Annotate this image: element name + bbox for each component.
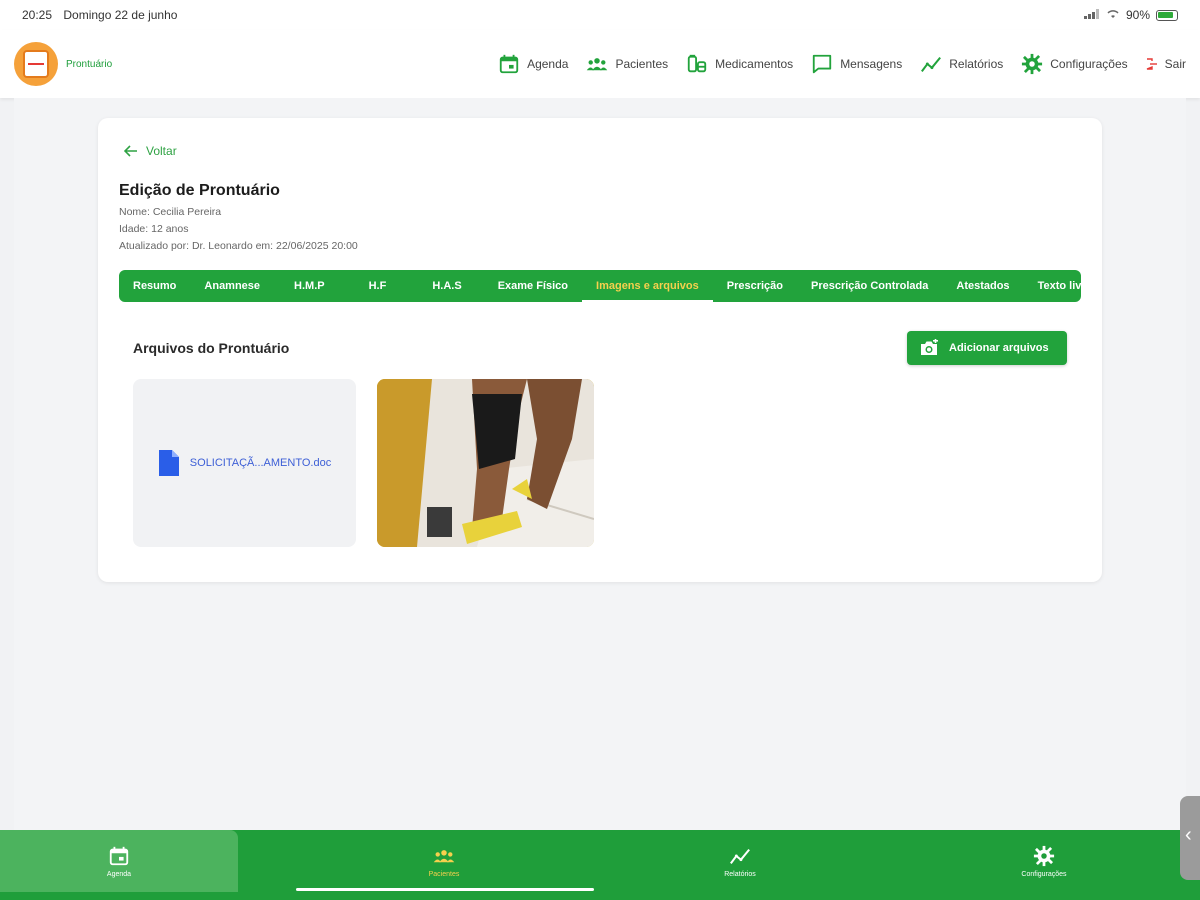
tab-prescricao-controlada[interactable]: Prescrição Controlada bbox=[797, 270, 942, 302]
chart-icon bbox=[730, 848, 750, 864]
nav-agenda-label: Agenda bbox=[527, 57, 569, 71]
bottom-nav-agenda[interactable]: Agenda bbox=[0, 830, 238, 892]
bottom-nav-agenda-label: Agenda bbox=[106, 870, 132, 878]
tab-atestados[interactable]: Atestados bbox=[942, 270, 1023, 302]
people-icon bbox=[587, 58, 608, 71]
logout-icon bbox=[1146, 58, 1157, 70]
record-tabs: Resumo Anamnese H.M.P H.F H.A.S Exame Fí… bbox=[119, 270, 1081, 302]
tab-has[interactable]: H.A.S bbox=[410, 270, 483, 302]
files-section-title: Arquivos do Prontuário bbox=[133, 340, 290, 356]
chart-icon bbox=[921, 56, 942, 72]
calendar-icon bbox=[499, 54, 519, 74]
nav-medicamentos[interactable]: Medicamentos bbox=[686, 53, 793, 75]
tab-exame-fisico[interactable]: Exame Físico bbox=[484, 270, 582, 302]
file-name: SOLICITAÇÃ...AMENTO.doc bbox=[189, 457, 332, 469]
app-brand: Prontuário bbox=[66, 58, 113, 70]
side-panel-handle[interactable] bbox=[1180, 796, 1200, 880]
back-label: Voltar bbox=[146, 144, 177, 158]
nav-mensagens[interactable]: Mensagens bbox=[811, 53, 902, 75]
tab-anamnese[interactable]: Anamnese bbox=[190, 270, 274, 302]
patient-knee-photo bbox=[377, 379, 594, 547]
nav-relatorios[interactable]: Relatórios bbox=[920, 53, 1003, 75]
gear-icon bbox=[1022, 53, 1043, 75]
nav-agenda[interactable]: Agenda bbox=[498, 53, 568, 75]
gear-icon bbox=[1033, 845, 1055, 866]
camera-add-icon bbox=[921, 339, 938, 355]
battery-icon bbox=[1156, 9, 1178, 21]
nav-pacientes[interactable]: Pacientes bbox=[586, 53, 668, 75]
bottom-nav-relatorios-label: Relatórios bbox=[724, 870, 756, 878]
status-bar: 20:25 Domingo 22 de junho 90% bbox=[0, 0, 1200, 30]
nav-relatorios-label: Relatórios bbox=[949, 57, 1004, 71]
bottom-navigation: Agenda Pacientes Relatórios Configuraçõe… bbox=[0, 830, 1200, 900]
nav-configuracoes[interactable]: Configurações bbox=[1021, 53, 1128, 75]
tab-prescricao[interactable]: Prescrição bbox=[713, 270, 797, 302]
status-time: 20:25 bbox=[22, 8, 53, 22]
nav-mensagens-label: Mensagens bbox=[840, 57, 903, 71]
top-navigation: Prontuário Agenda Pacientes Medicamentos… bbox=[0, 30, 1200, 98]
tab-texto-livre[interactable]: Texto livre bbox=[1024, 270, 1081, 302]
nav-sair[interactable]: Sair bbox=[1146, 57, 1186, 71]
file-card-doc[interactable]: SOLICITAÇÃ...AMENTO.doc bbox=[133, 379, 356, 547]
bottom-nav-configuracoes-label: Configurações bbox=[1021, 870, 1067, 878]
tab-hmp[interactable]: H.M.P bbox=[274, 270, 345, 302]
patient-age: Idade: 12 anos bbox=[119, 223, 189, 235]
wifi-icon bbox=[1106, 8, 1120, 22]
home-indicator[interactable] bbox=[296, 888, 594, 891]
tab-imagens-arquivos[interactable]: Imagens e arquivos bbox=[582, 270, 713, 302]
arrow-left-icon bbox=[124, 145, 137, 157]
nav-configuracoes-label: Configurações bbox=[1050, 57, 1128, 71]
back-button[interactable]: Voltar bbox=[124, 144, 177, 158]
record-updated: Atualizado por: Dr. Leonardo em: 22/06/2… bbox=[119, 240, 358, 252]
add-files-button[interactable]: Adicionar arquivos bbox=[907, 331, 1067, 365]
bottom-nav-pacientes[interactable]: Pacientes bbox=[344, 830, 544, 892]
tab-hf[interactable]: H.F bbox=[345, 270, 411, 302]
bottom-nav-pacientes-label: Pacientes bbox=[428, 870, 460, 878]
tab-resumo[interactable]: Resumo bbox=[119, 270, 190, 302]
battery-percent: 90% bbox=[1125, 8, 1150, 22]
nav-medicamentos-label: Medicamentos bbox=[715, 57, 794, 71]
record-card: Voltar Edição de Prontuário Nome: Cecili… bbox=[98, 118, 1102, 582]
calendar-icon bbox=[109, 846, 129, 865]
status-date: Domingo 22 de junho bbox=[63, 8, 178, 22]
nav-pacientes-label: Pacientes bbox=[615, 57, 669, 71]
add-files-label: Adicionar arquivos bbox=[949, 342, 1049, 354]
clipboard-icon bbox=[23, 50, 49, 78]
nav-sair-label: Sair bbox=[1164, 57, 1186, 71]
signal-icon bbox=[1083, 8, 1100, 22]
app-logo[interactable] bbox=[14, 42, 58, 86]
page-title: Edição de Prontuário bbox=[119, 182, 280, 199]
bottom-nav-relatorios[interactable]: Relatórios bbox=[640, 830, 840, 892]
patient-name: Nome: Cecilia Pereira bbox=[119, 206, 222, 218]
people-icon bbox=[433, 849, 455, 862]
file-card-image[interactable] bbox=[377, 379, 594, 547]
message-icon bbox=[813, 54, 832, 74]
pill-icon bbox=[687, 54, 707, 73]
bottom-nav-configuracoes[interactable]: Configurações bbox=[944, 830, 1144, 892]
document-icon bbox=[158, 450, 179, 476]
